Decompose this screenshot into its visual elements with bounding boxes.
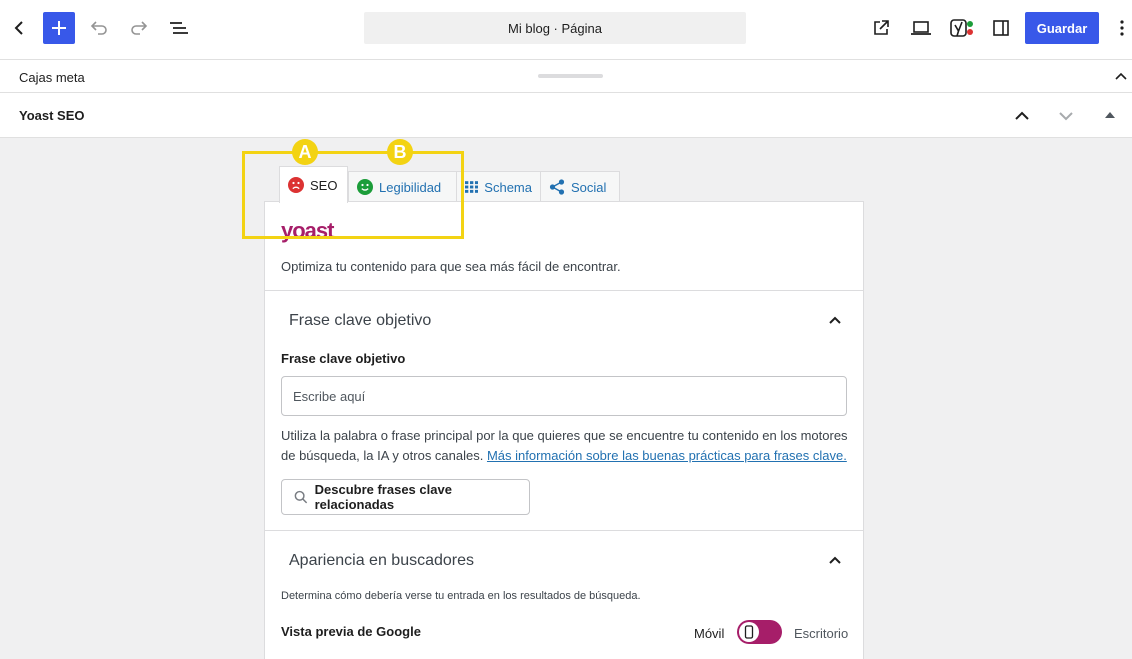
tab-label: Schema (484, 179, 532, 195)
divider (265, 530, 863, 531)
document-title-bar[interactable]: Mi blog · Página (364, 12, 746, 44)
chevron-up-icon[interactable] (1114, 69, 1128, 83)
yoast-logo-icon (950, 19, 973, 37)
share-icon (549, 179, 565, 195)
save-button[interactable]: Guardar (1025, 12, 1099, 44)
related-keyphrases-button[interactable]: Descubre frases clave relacionadas (281, 479, 530, 515)
list-view-icon (170, 22, 188, 34)
undo-button[interactable] (83, 12, 115, 44)
smartphone-icon (744, 625, 754, 639)
keyphrase-help: Utiliza la palabra o frase principal por… (281, 426, 851, 466)
annotation-marker-a: A (292, 139, 318, 165)
preview-button[interactable] (905, 12, 937, 44)
mobile-desktop-toggle[interactable] (737, 620, 782, 644)
laptop-icon (911, 21, 931, 35)
yoast-toolbar-button[interactable] (945, 12, 977, 44)
tab-label: Social (571, 179, 607, 195)
yoast-panel-header: Yoast SEO (0, 93, 1132, 138)
meta-boxes-label: Cajas meta (19, 70, 85, 85)
tab-social[interactable]: Social (540, 171, 620, 202)
settings-sidebar-button[interactable] (985, 12, 1017, 44)
keyphrase-help-link[interactable]: Más información sobre las buenas práctic… (487, 448, 847, 463)
resize-handle[interactable] (538, 74, 603, 78)
redo-button[interactable] (123, 12, 155, 44)
keyphrase-input[interactable] (281, 376, 847, 416)
document-overview-button[interactable] (163, 12, 195, 44)
more-vertical-icon (1120, 20, 1124, 36)
related-button-label: Descubre frases clave relacionadas (314, 482, 452, 512)
sidebar-toggle-icon (993, 20, 1009, 36)
mobile-label: Móvil (694, 626, 725, 641)
chevron-up-icon[interactable] (827, 312, 843, 328)
add-block-button[interactable] (43, 12, 75, 44)
grid-icon (465, 181, 479, 193)
chevron-up-icon[interactable] (827, 552, 843, 568)
chevron-left-icon (14, 21, 23, 35)
panel-title: Yoast SEO (19, 108, 85, 123)
back-button[interactable] (3, 12, 35, 44)
search-appearance-description: Determina cómo debería verse tu entrada … (281, 590, 641, 602)
undo-icon (90, 21, 107, 35)
search-icon (294, 490, 308, 504)
keyphrase-field-label: Frase clave objetivo (281, 351, 406, 366)
plus-icon (52, 21, 66, 35)
search-appearance-section-title[interactable]: Apariencia en buscadores (289, 552, 474, 570)
options-menu-button[interactable] (1107, 12, 1132, 44)
chevron-down-icon[interactable] (1056, 106, 1076, 126)
tab-schema[interactable]: Schema (456, 171, 541, 202)
annotation-highlight-box (242, 151, 464, 239)
seo-card: yoast Optimiza tu contenido para que sea… (264, 201, 864, 659)
external-link-icon (874, 20, 889, 35)
editor-toolbar: Mi blog · Página Guardar (0, 0, 1132, 60)
toggle-knob (739, 622, 759, 642)
keyphrase-section-title[interactable]: Frase clave objetivo (289, 312, 431, 330)
meta-boxes-bar[interactable]: Cajas meta (0, 61, 1132, 93)
annotation-marker-b: B (387, 139, 413, 165)
view-page-button[interactable] (865, 12, 897, 44)
redo-icon (131, 21, 148, 35)
google-preview-label: Vista previa de Google (281, 624, 421, 639)
desktop-label: Escritorio (794, 626, 849, 641)
divider (265, 290, 863, 291)
tagline: Optimiza tu contenido para que sea más f… (281, 259, 621, 274)
toggle-panel-triangle-icon[interactable] (1104, 110, 1116, 120)
chevron-up-icon[interactable] (1012, 106, 1032, 126)
